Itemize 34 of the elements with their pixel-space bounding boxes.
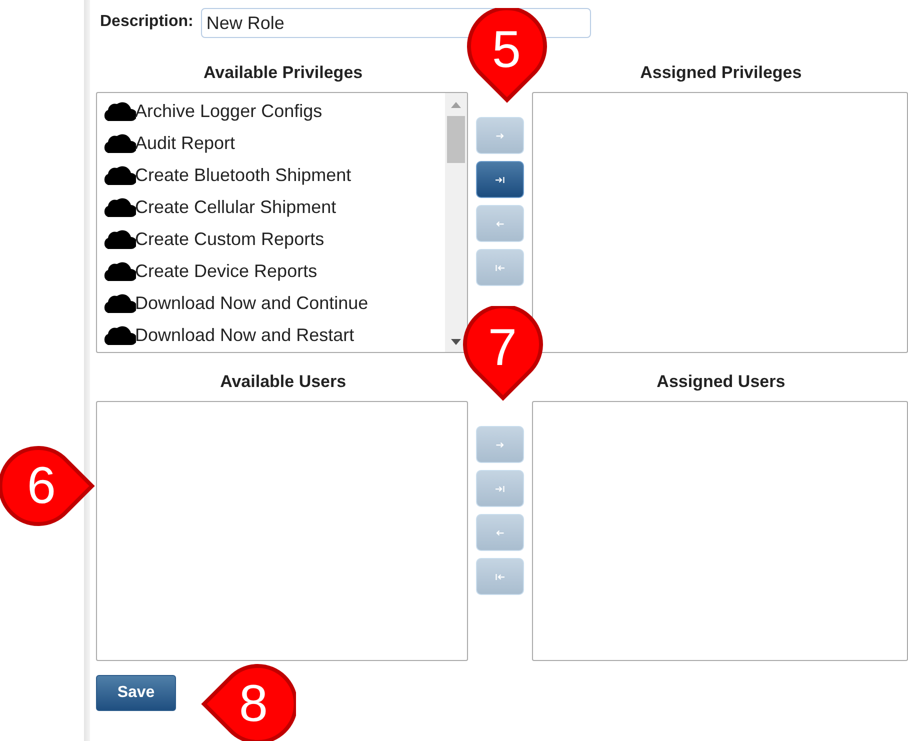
list-item[interactable]: Download Now and Continue [135,290,368,316]
callout-number: 8 [239,678,268,730]
list-heading: Assigned Users [656,370,786,393]
scrollbar[interactable] [445,93,468,352]
list-box[interactable]: Archive Logger Configs Audit Report Create Bluetooth Shipment Create Cellular Shipment Create Custom Reports Create Device Reports Download Now and Continue Download Now and Restart [96,92,468,353]
cloud-icon [102,164,136,186]
callout-number: 6 [27,460,56,512]
callout-number: 7 [488,322,517,374]
list-heading: Assigned Privileges [640,62,802,84]
list-item[interactable]: Create Device Reports [135,258,318,284]
description-label: Description: [100,12,194,32]
list-item[interactable]: Create Custom Reports [135,226,324,252]
list-item[interactable]: Download Now and Restart [135,322,354,348]
scroll-up-icon[interactable] [451,102,462,108]
scroll-thumb[interactable] [447,116,466,163]
list-item[interactable]: Create Cellular Shipment [135,194,336,220]
list-item[interactable]: Create Bluetooth Shipment [135,162,352,188]
cloud-icon [102,260,136,282]
save-button[interactable]: Save [96,675,176,711]
cloud-icon [102,196,136,218]
list-box[interactable] [532,401,908,661]
list-heading: Available Privileges [204,62,363,84]
list-box[interactable] [96,401,468,661]
list-item[interactable]: Archive Logger Configs [135,98,322,124]
list-heading: Available Users [220,370,346,392]
cloud-icon [102,292,136,314]
cloud-icon [102,132,136,154]
list-item[interactable]: Audit Report [135,130,236,156]
cloud-icon [102,228,136,250]
cloud-icon [102,100,136,122]
cloud-icon [102,324,136,346]
scroll-down-icon[interactable] [451,339,462,345]
transfer-button[interactable] [476,161,524,198]
list-box[interactable] [532,92,908,353]
